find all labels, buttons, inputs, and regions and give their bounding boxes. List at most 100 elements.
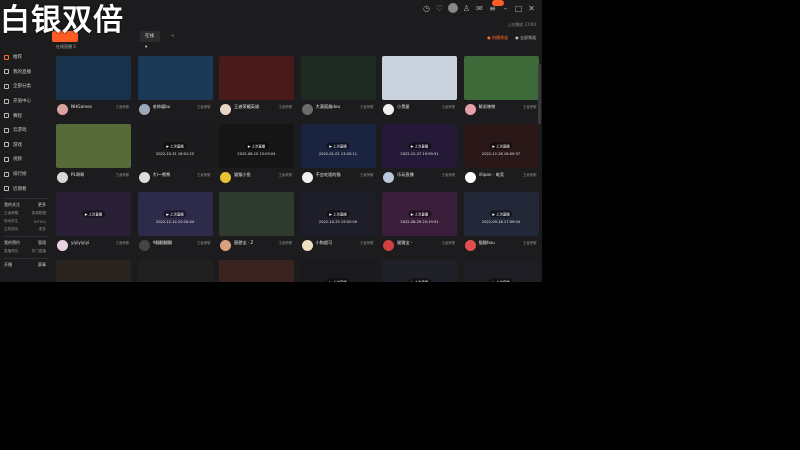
streamer-name[interactable]: 乐玩直播 xyxy=(397,172,414,178)
stream-thumbnail[interactable]: ▶ 上次直播 2022-01-01 13:25:11 xyxy=(300,124,376,168)
stream-thumbnail[interactable]: ▶ 上次直播 2022-10-31 16:01:25 xyxy=(137,124,213,168)
stream-card[interactable]: ▶ 上次直播 yiyiyiyiyi 王者荣耀 xyxy=(56,192,131,258)
stream-thumbnail[interactable] xyxy=(219,56,294,100)
streamer-avatar[interactable] xyxy=(464,104,476,115)
sidebar-item[interactable]: 视频 xyxy=(0,152,52,167)
add-filter-button[interactable]: + xyxy=(166,31,180,42)
streamer-avatar[interactable] xyxy=(57,240,68,251)
sidebar-sub-link[interactable]: 主机游戏 xyxy=(4,227,18,232)
streamer-avatar[interactable] xyxy=(57,172,68,183)
streamer-name[interactable]: A翻翻翻翻 xyxy=(153,240,173,246)
streamer-name[interactable]: 解说晓晓 xyxy=(479,104,496,110)
streamer-name[interactable]: 小狗超可 xyxy=(316,240,333,246)
streamer-name[interactable]: 王者荣耀英雄 xyxy=(234,104,259,110)
streamer-avatar[interactable] xyxy=(220,172,231,183)
streamer-name[interactable]: 老帅逼bu xyxy=(153,104,171,110)
sidebar-item[interactable]: 游戏 xyxy=(0,138,52,153)
stream-thumbnail[interactable] xyxy=(137,56,213,100)
stream-thumbnail[interactable]: ▶ 上次直播 2022-12-14 20:20:44 xyxy=(137,192,213,236)
streamer-name[interactable]: yiyiyiyiyi xyxy=(71,240,89,245)
stream-card[interactable]: ▶ 上次直播 xyxy=(382,260,457,282)
shirt-icon[interactable]: ♙ xyxy=(462,4,471,13)
section-action[interactable]: 管理 xyxy=(38,240,46,246)
stream-card[interactable]: PL哥哥 王者荣耀 xyxy=(56,124,131,190)
stream-thumbnail[interactable]: ▶ 上次直播 xyxy=(300,260,376,282)
stream-thumbnail[interactable] xyxy=(300,56,376,100)
stream-thumbnail[interactable] xyxy=(56,56,131,100)
streamer-avatar[interactable] xyxy=(138,172,150,183)
stream-card[interactable] xyxy=(219,260,294,282)
stream-thumbnail[interactable] xyxy=(56,260,131,282)
stream-thumbnail[interactable] xyxy=(137,260,213,282)
streamer-name[interactable]: 甜甜宝 · Z xyxy=(234,240,253,246)
stream-thumbnail[interactable] xyxy=(219,260,294,282)
sidebar-item[interactable]: 赛程 xyxy=(0,108,52,123)
stream-thumbnail[interactable]: ▶ 上次直播 2022-12-27 19:59:51 xyxy=(382,124,457,168)
streamer-avatar[interactable] xyxy=(383,104,394,115)
sidebar-bottom-left[interactable]: 开播 xyxy=(4,262,12,268)
stream-card[interactable]: 王者荣耀英雄 王者荣耀 xyxy=(219,56,294,122)
streamer-name[interactable]: NHGames xyxy=(71,104,92,109)
sidebar-sub-link[interactable]: 绝地求生 xyxy=(4,219,18,224)
stream-thumbnail[interactable]: ▶ 上次直播 2022-08-29 20:19:51 xyxy=(382,192,457,236)
sidebar-item[interactable]: 云游戏 xyxy=(0,123,52,138)
section-action[interactable]: 更多 xyxy=(38,202,46,208)
stream-thumbnail[interactable] xyxy=(382,56,457,100)
stream-card[interactable]: ▶ 上次直播 xyxy=(463,260,539,282)
stream-card[interactable]: 甜甜宝 · Z 王者荣耀 xyxy=(219,192,294,258)
stream-card[interactable]: NHGames 王者荣耀 xyxy=(56,56,131,122)
all-channel-link[interactable]: ● 全部频道 xyxy=(515,35,536,41)
stream-card[interactable] xyxy=(56,260,131,282)
streamer-name[interactable]: 猫猫hou xyxy=(479,240,495,246)
streamer-avatar[interactable] xyxy=(57,104,68,115)
streamer-name[interactable]: 不会吃饭的猫 xyxy=(316,172,341,178)
menu-icon[interactable]: ≡ xyxy=(488,4,497,13)
stream-thumbnail[interactable]: ▶ 上次直播 xyxy=(382,260,457,282)
user-avatar[interactable] xyxy=(448,3,458,13)
maximize-icon[interactable]: □ xyxy=(514,4,523,13)
sidebar-sub-link[interactable]: DOTA2 xyxy=(34,220,46,224)
streamer-name[interactable]: 猫猫宝 · xyxy=(397,240,412,246)
stream-card[interactable]: 解说晓晓 王者荣耀 xyxy=(463,56,539,122)
streamer-avatar[interactable] xyxy=(301,104,313,115)
stream-thumbnail[interactable]: ▶ 上次直播 2022-10-25 19:52:09 xyxy=(300,192,376,236)
stream-card[interactable]: ▶ 上次直播 2022-10-25 19:52:09 小狗超可 王者荣耀 xyxy=(300,192,376,258)
stream-thumbnail[interactable] xyxy=(56,124,131,168)
streamer-avatar[interactable] xyxy=(383,172,394,183)
mail-icon[interactable]: ✉ xyxy=(475,4,484,13)
scrollbar[interactable] xyxy=(538,64,541,124)
stream-thumbnail[interactable]: ▶ 上次直播 2022-06-10 15:03:04 xyxy=(219,124,294,168)
streamer-avatar[interactable] xyxy=(301,240,313,251)
stream-thumbnail[interactable]: ▶ 上次直播 2022-12-28 18:09:37 xyxy=(463,124,539,168)
streamer-avatar[interactable] xyxy=(138,240,150,251)
filter-chip-category[interactable]: 在线 ▾ xyxy=(140,31,160,50)
sidebar-sub-link[interactable]: 王者荣耀 xyxy=(4,211,18,216)
sidebar-item[interactable]: 我的直播 xyxy=(0,65,52,80)
sidebar-sub-link[interactable]: 热门直播 xyxy=(32,249,46,254)
stream-card[interactable]: ▶ 上次直播 xyxy=(300,260,376,282)
stream-card[interactable]: ▶ 上次直播 2022-08-29 20:19:51 猫猫宝 · 王者荣耀 xyxy=(382,192,457,258)
sidebar-item[interactable]: 排行榜 xyxy=(0,167,52,182)
stream-card[interactable]: 大漠孤烟dou 王者荣耀 xyxy=(300,56,376,122)
heart-icon[interactable]: ♡ xyxy=(435,4,444,13)
sidebar-item[interactable]: 近期看 xyxy=(0,181,52,196)
close-icon[interactable]: ✕ xyxy=(527,4,536,13)
streamer-avatar[interactable] xyxy=(301,172,313,183)
streamer-name[interactable]: 大漠孤烟dou xyxy=(316,104,341,110)
sidebar-item[interactable]: 全部分类 xyxy=(0,79,52,94)
streamer-name[interactable]: Vlipon · 电竞 xyxy=(479,172,504,178)
clock-icon[interactable]: ◷ xyxy=(422,4,431,13)
stream-thumbnail[interactable] xyxy=(463,56,539,100)
stream-card[interactable]: ▶ 上次直播 2022-10-31 16:01:25 大l～熊熊 王者荣耀 xyxy=(137,124,213,190)
stream-card[interactable]: ▶ 上次直播 2022-12-14 20:20:44 A翻翻翻翻 王者荣耀 xyxy=(137,192,213,258)
sidebar-sub-link[interactable]: 更多 xyxy=(39,227,46,232)
stream-thumbnail[interactable]: ▶ 上次直播 xyxy=(56,192,131,236)
stream-thumbnail[interactable]: ▶ 上次直播 2022-09-18 17:09:04 xyxy=(463,192,539,236)
streamer-name[interactable]: 猫猫小鱼 xyxy=(234,172,251,178)
streamer-avatar[interactable] xyxy=(220,240,231,251)
stream-thumbnail[interactable]: ▶ 上次直播 xyxy=(463,260,539,282)
stream-card[interactable]: ▶ 上次直播 2022-12-27 19:59:51 乐玩直播 王者荣耀 xyxy=(382,124,457,190)
stream-card[interactable]: 老帅逼bu 王者荣耀 xyxy=(137,56,213,122)
streamer-avatar[interactable] xyxy=(220,104,231,115)
stream-card[interactable]: ▶ 上次直播 2022-01-01 13:25:11 不会吃饭的猫 王者荣耀 xyxy=(300,124,376,190)
